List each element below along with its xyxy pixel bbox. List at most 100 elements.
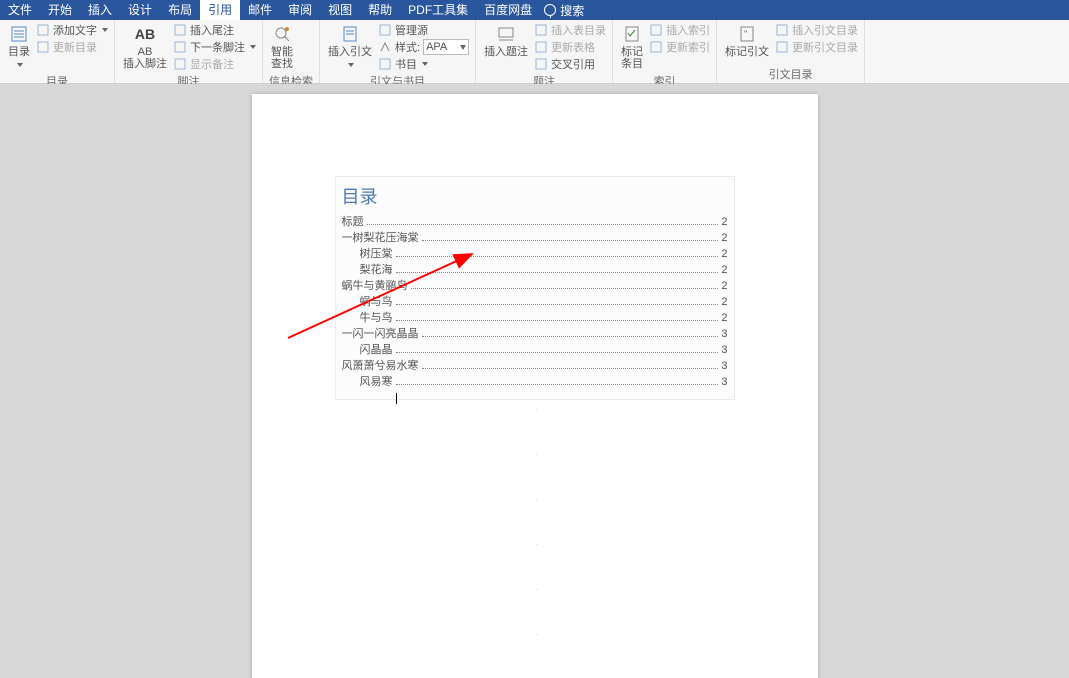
toc-leader (422, 336, 719, 337)
toc-page: 2 (721, 248, 727, 260)
tab-10[interactable]: PDF工具集 (400, 0, 476, 20)
endnote-icon (173, 24, 187, 36)
ab-icon: AB (135, 24, 155, 44)
small-label: 样式: (395, 39, 420, 55)
svg-text:": " (744, 29, 747, 39)
tell-me-search[interactable]: 搜索 (544, 2, 584, 19)
chevron-down-icon (348, 63, 354, 67)
small-label: 插入引文目录 (792, 22, 858, 38)
toc-text: 牛与鸟 (360, 309, 393, 325)
menu-tab-bar: 文件开始插入设计布局引用邮件审阅视图帮助PDF工具集百度网盘 搜索 (0, 0, 1069, 20)
chevron-down-icon (17, 63, 23, 67)
toc-entries: 标题2一树梨花压海棠2树压棠2梨花海2蜗牛与黄鹂鸟2蜗与鸟2牛与鸟2一闪一闪亮晶… (342, 213, 728, 388)
small-label: 插入尾注 (190, 22, 234, 38)
toc-text: 蜗牛与黄鹂鸟 (342, 277, 408, 293)
toc-page: 3 (721, 344, 727, 356)
toc-page: 2 (721, 296, 727, 308)
search-info-icon (272, 24, 292, 44)
tab-0[interactable]: 文件 (0, 0, 40, 20)
update-icon (36, 41, 50, 53)
toc-row[interactable]: 一闪一闪亮晶晶3 (342, 325, 728, 340)
style-icon (378, 41, 392, 53)
toc-row[interactable]: 树压棠 2 (342, 245, 728, 260)
ribbon-button[interactable]: 目录 (6, 22, 32, 72)
toc-text: 树压棠 (360, 245, 393, 261)
toc-row[interactable]: 风萧萧兮易水寒3 (342, 357, 728, 372)
tab-3[interactable]: 设计 (120, 0, 160, 20)
toc-row[interactable]: 蜗牛与黄鹂鸟 2 (342, 277, 728, 292)
toc-row[interactable]: 风易寒3 (342, 373, 728, 388)
bulb-icon (544, 4, 556, 16)
toc-field[interactable]: 目录 标题2一树梨花压海棠2树压棠2梨花海2蜗牛与黄鹂鸟2蜗与鸟2牛与鸟2一闪一… (335, 176, 735, 400)
button-label: 标记条目 (621, 46, 643, 70)
ribbon-small-button: 更新引文目录 (775, 39, 858, 55)
toc-row[interactable]: 一树梨花压海棠2 (342, 229, 728, 244)
toc-leader (396, 384, 719, 385)
toc-leader (396, 256, 719, 257)
style-dropdown[interactable]: APA (423, 39, 469, 55)
toc-text: 标题 (342, 213, 364, 229)
small-label: 管理源 (395, 22, 428, 38)
toc-page: 2 (721, 280, 727, 292)
chevron-down-icon (422, 62, 428, 66)
toc-page: 2 (721, 232, 727, 244)
ribbon-button[interactable]: 插入题注 (482, 22, 530, 60)
ribbon-small-button[interactable]: 下一条脚注 (173, 39, 256, 55)
ribbon-group: 目录添加文字更新目录目录 (0, 20, 115, 83)
ribbon-button[interactable]: " 标记引文 (723, 22, 771, 60)
toc-row[interactable]: 蜗与鸟2 (342, 293, 728, 308)
tabs-host: 文件开始插入设计布局引用邮件审阅视图帮助PDF工具集百度网盘 (0, 0, 540, 20)
toc-leader (396, 304, 719, 305)
ribbon-group: "标记引文插入引文目录更新引文目录引文目录 (717, 20, 865, 83)
small-label: 更新索引 (666, 39, 710, 55)
search-label: 搜索 (560, 2, 584, 19)
ribbon-small-button[interactable]: 插入尾注 (173, 22, 256, 38)
ribbon-small-button: 更新索引 (649, 39, 710, 55)
toc-leader (396, 320, 719, 321)
paragraph-marks: ······· (535, 404, 538, 678)
tab-4[interactable]: 布局 (160, 0, 200, 20)
tab-2[interactable]: 插入 (80, 0, 120, 20)
tab-9[interactable]: 帮助 (360, 0, 400, 20)
toc-icon (9, 24, 29, 44)
show-icon (173, 58, 187, 70)
small-label: 更新引文目录 (792, 39, 858, 55)
ribbon-small-button: 插入索引 (649, 22, 710, 38)
button-label: 标记引文 (725, 46, 769, 58)
toc-leader (396, 272, 719, 273)
toc-page: 2 (721, 312, 727, 324)
ribbon-small-button[interactable]: 交叉引用 (534, 56, 606, 72)
small-label: 书目 (395, 56, 417, 72)
document-page: 目录 标题2一树梨花压海棠2树压棠2梨花海2蜗牛与黄鹂鸟2蜗与鸟2牛与鸟2一闪一… (252, 94, 818, 678)
ribbon-small-button[interactable]: 书目 (378, 56, 469, 72)
toc-row[interactable]: 标题2 (342, 213, 728, 228)
toc-leader (422, 368, 719, 369)
toc-row[interactable]: 牛与鸟 2 (342, 309, 728, 324)
ribbon-button[interactable]: ABAB插入脚注 (121, 22, 169, 72)
tab-7[interactable]: 审阅 (280, 0, 320, 20)
ribbon-small-button[interactable]: 添加文字 (36, 22, 108, 38)
toc-leader (396, 352, 719, 353)
tab-8[interactable]: 视图 (320, 0, 360, 20)
small-label: 更新目录 (53, 39, 97, 55)
tab-5[interactable]: 引用 (200, 0, 240, 20)
small-label: 交叉引用 (551, 56, 595, 72)
chevron-down-icon (250, 45, 256, 49)
ribbon-button[interactable]: 标记条目 (619, 22, 645, 72)
ribbon-group: 插入题注插入表目录更新表格交叉引用题注 (476, 20, 613, 83)
tab-1[interactable]: 开始 (40, 0, 80, 20)
tab-11[interactable]: 百度网盘 (476, 0, 540, 20)
fig-toc-icon (534, 24, 548, 36)
small-label: 更新表格 (551, 39, 595, 55)
toc-row[interactable]: 梨花海2 (342, 261, 728, 276)
small-label: 添加文字 (53, 22, 97, 38)
toc-row[interactable]: 闪晶晶3 (342, 341, 728, 356)
ribbon-button[interactable]: 智能查找 (269, 22, 295, 72)
ribbon-group: ABAB插入脚注插入尾注下一条脚注显示备注脚注 (115, 20, 263, 83)
ribbon-group: 插入引文管理源样式:APA书目引文与书目 (320, 20, 476, 83)
tab-6[interactable]: 邮件 (240, 0, 280, 20)
ribbon-small-button[interactable]: 样式:APA (378, 39, 469, 55)
ribbon-small-button[interactable]: 管理源 (378, 22, 469, 38)
toc-text: 一闪一闪亮晶晶 (342, 325, 419, 341)
ribbon-button[interactable]: 插入引文 (326, 22, 374, 72)
